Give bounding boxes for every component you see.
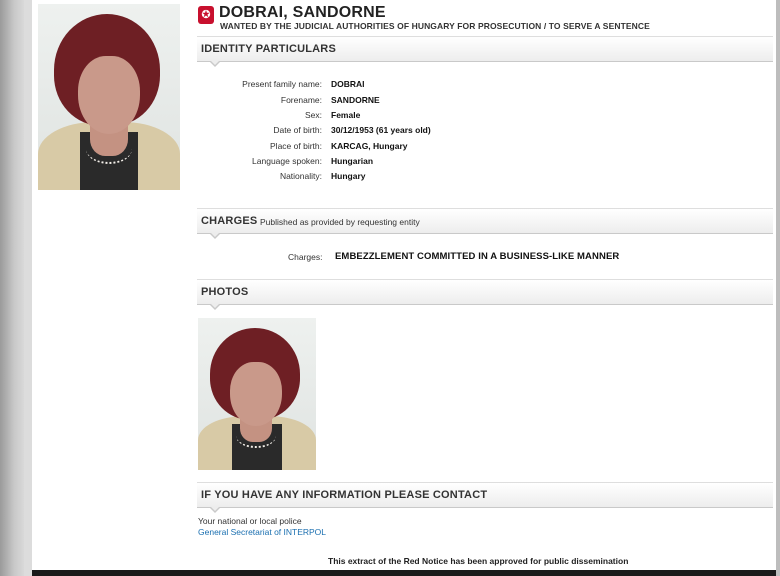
right-window-edge: [776, 0, 780, 576]
charges-label: Charges:: [288, 252, 323, 262]
interpol-contact-link[interactable]: General Secretariat of INTERPOL: [198, 527, 326, 537]
charges-section-header: CHARGES Published as provided by request…: [197, 208, 773, 239]
identity-section-title: IDENTITY PARTICULARS: [201, 43, 336, 55]
contact-police-text: Your national or local police: [198, 516, 302, 526]
left-window-edge: [0, 0, 24, 576]
photos-section-title: PHOTOS: [201, 286, 249, 298]
identity-value: KARCAG, Hungary: [331, 141, 408, 151]
identity-value: Female: [331, 110, 361, 120]
dissemination-footer: This extract of the Red Notice has been …: [328, 556, 629, 566]
wanted-person-name: DOBRAI, SANDORNE: [219, 4, 386, 21]
identity-value: DOBRAI: [331, 79, 365, 89]
charges-note: Published as provided by requesting enti…: [260, 217, 420, 227]
main-portrait-photo[interactable]: [38, 4, 180, 190]
identity-value: Hungary: [331, 171, 366, 181]
identity-value: Hungarian: [331, 156, 374, 166]
identity-label: Place of birth:: [270, 141, 322, 151]
contact-section-header: IF YOU HAVE ANY INFORMATION PLEASE CONTA…: [197, 482, 773, 513]
identity-label: Present family name:: [242, 79, 322, 89]
identity-label: Nationality:: [279, 171, 322, 181]
identity-label: Sex:: [304, 110, 322, 120]
identity-label: Language spoken:: [252, 156, 322, 166]
identity-value: 30/12/1953 (61 years old): [331, 125, 431, 135]
photos-section-header: PHOTOS: [197, 279, 773, 310]
identity-label: Forename:: [280, 95, 322, 105]
photo-thumbnail[interactable]: [198, 318, 316, 470]
identity-value: SANDORNE: [331, 95, 380, 105]
left-margin: [24, 0, 32, 576]
charges-value: EMBEZZLEMENT COMMITTED IN A BUSINESS-LIK…: [335, 251, 620, 262]
wanted-subtitle: WANTED BY THE JUDICIAL AUTHORITIES OF HU…: [220, 21, 650, 31]
identity-section-header: IDENTITY PARTICULARS: [197, 36, 773, 67]
contact-section-title: IF YOU HAVE ANY INFORMATION PLEASE CONTA…: [201, 489, 488, 501]
interpol-seal-icon: ✪: [198, 6, 214, 24]
charges-section-title: CHARGES: [201, 215, 258, 227]
identity-label: Date of birth:: [273, 125, 322, 135]
